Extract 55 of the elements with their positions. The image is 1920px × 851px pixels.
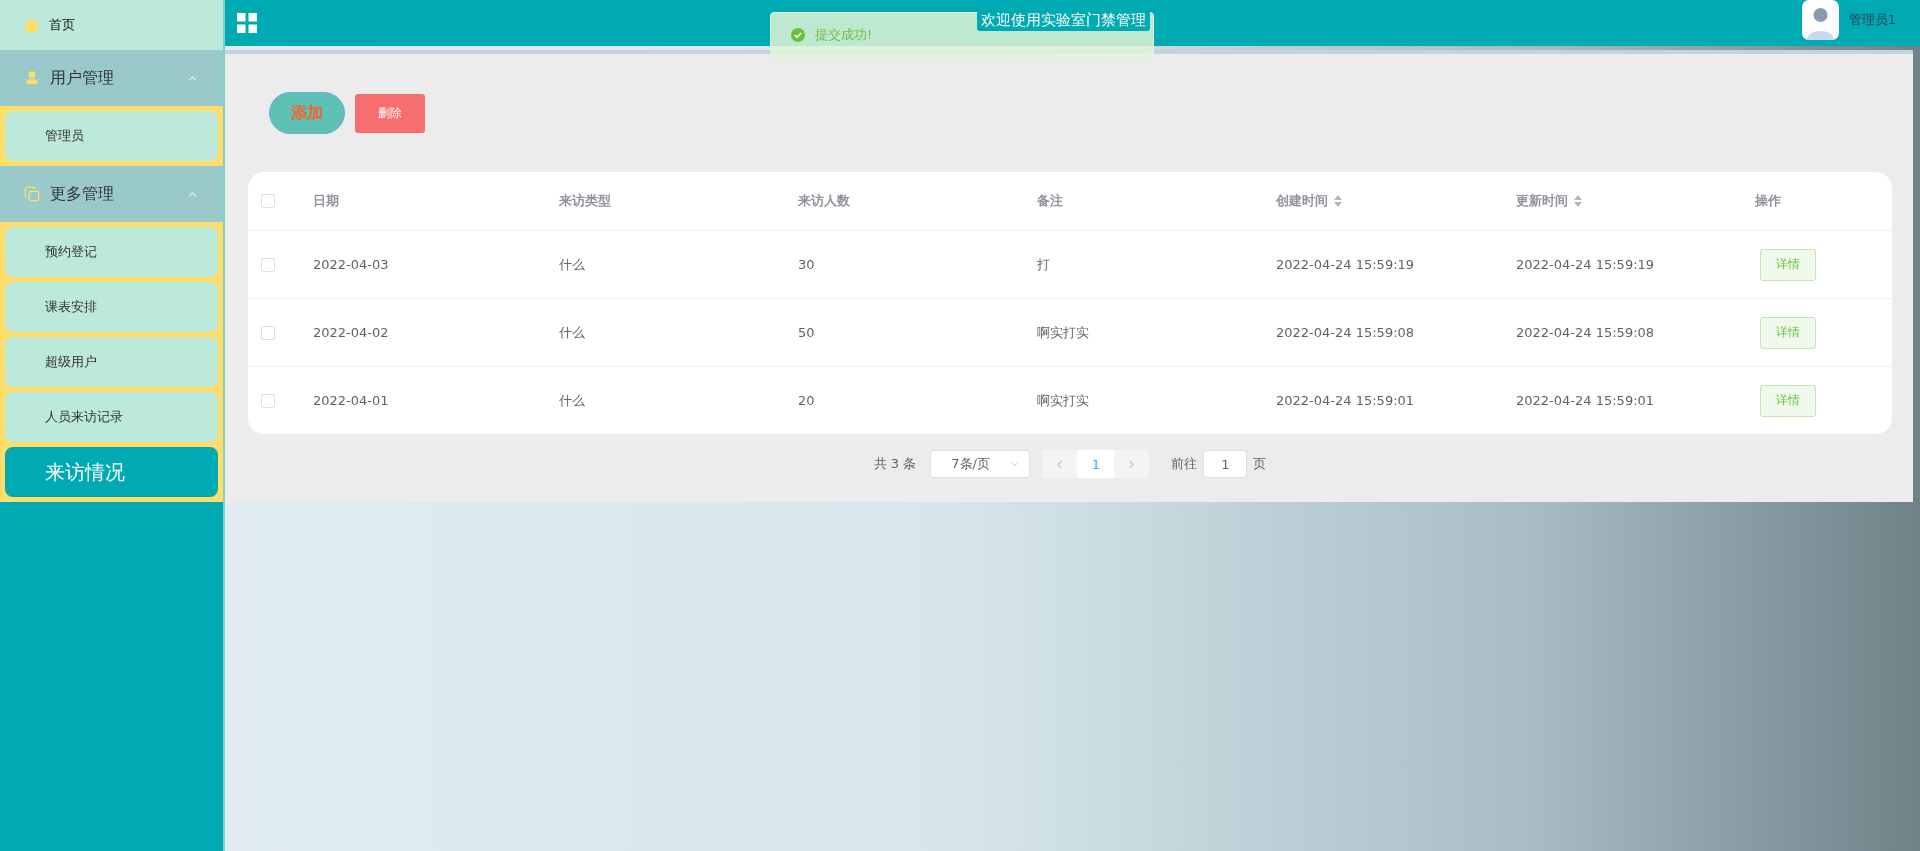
avatar[interactable] bbox=[1801, 0, 1839, 40]
table-cell-text: 什么 bbox=[559, 391, 586, 410]
table-cell-text: 2022-04-24 15:59:19 bbox=[1276, 257, 1416, 272]
user-icon bbox=[24, 70, 40, 86]
table-cell-text: 2022-04-24 15:59:19 bbox=[1516, 257, 1656, 272]
total-count: 共 3 条 bbox=[873, 455, 917, 473]
grid-icon[interactable] bbox=[237, 13, 257, 33]
table-cell-text: 2022-04-24 15:59:08 bbox=[1516, 325, 1656, 340]
column-header: 来访人数 bbox=[798, 192, 850, 210]
sidebar-item[interactable]: 管理员 bbox=[5, 111, 218, 161]
sidebar-item[interactable]: 首页 bbox=[0, 0, 223, 50]
column-header: 备注 bbox=[1037, 192, 1063, 210]
table-cell-text: 2022-04-03 bbox=[313, 257, 390, 272]
table-cell-text: 2022-04-01 bbox=[313, 393, 390, 408]
sidebar-item[interactable]: 超级用户 bbox=[5, 337, 218, 387]
column-header: 来访类型 bbox=[559, 192, 611, 210]
table-cell-text: 20 bbox=[798, 393, 816, 408]
table-cell-text: 什么 bbox=[559, 255, 586, 274]
table-cell-text: 2022-04-24 15:59:01 bbox=[1516, 393, 1656, 408]
table-cell-text: 2022-04-24 15:59:01 bbox=[1276, 393, 1416, 408]
header-title: 欢迎使用实验室门禁管理 bbox=[977, 10, 1150, 31]
sidebar-group[interactable]: 更多管理 bbox=[0, 166, 223, 222]
copy-icon bbox=[24, 186, 40, 202]
select-all-checkbox[interactable] bbox=[261, 194, 275, 208]
table-cell-text: 2022-04-02 bbox=[313, 325, 390, 340]
column-header: 更新时间 bbox=[1516, 192, 1568, 210]
table-cell-text: 打 bbox=[1037, 255, 1051, 274]
table-cell-text: 什么 bbox=[559, 323, 586, 342]
column-header: 日期 bbox=[313, 192, 339, 210]
next-page-button[interactable] bbox=[1114, 450, 1150, 478]
column-header: 创建时间 bbox=[1276, 192, 1328, 210]
row-checkbox[interactable] bbox=[261, 257, 275, 272]
goto-label: 前往 bbox=[1171, 455, 1198, 473]
prev-page-button[interactable] bbox=[1042, 450, 1078, 478]
user-name[interactable]: 管理员1 bbox=[1848, 11, 1896, 29]
table-cell-text: 30 bbox=[798, 257, 816, 272]
column-header: 操作 bbox=[1755, 192, 1781, 210]
table-cell-text: 啊实打实 bbox=[1037, 391, 1090, 410]
sidebar-item[interactable]: 预约登记 bbox=[5, 227, 218, 277]
page-suffix: 页 bbox=[1253, 455, 1267, 473]
check-icon bbox=[791, 28, 805, 42]
sidebar-item[interactable]: 课表安排 bbox=[5, 282, 218, 332]
sort-icon[interactable] bbox=[1574, 195, 1582, 207]
row-checkbox[interactable] bbox=[261, 325, 275, 340]
sidebar-group[interactable]: 用户管理 bbox=[0, 50, 223, 106]
page-size-select[interactable]: 7条/页 bbox=[930, 450, 1031, 478]
sidebar-item[interactable]: 人员来访记录 bbox=[5, 392, 218, 442]
toast-message: 提交成功! bbox=[815, 26, 873, 44]
table-cell-text: 啊实打实 bbox=[1037, 323, 1090, 342]
goto-page-field[interactable]: 1 bbox=[1203, 450, 1248, 478]
table-cell-text: 50 bbox=[798, 325, 816, 340]
row-checkbox[interactable] bbox=[261, 393, 275, 408]
sort-icon[interactable] bbox=[1334, 195, 1342, 207]
table-cell-text: 2022-04-24 15:59:08 bbox=[1276, 325, 1416, 340]
home-icon bbox=[24, 17, 39, 33]
